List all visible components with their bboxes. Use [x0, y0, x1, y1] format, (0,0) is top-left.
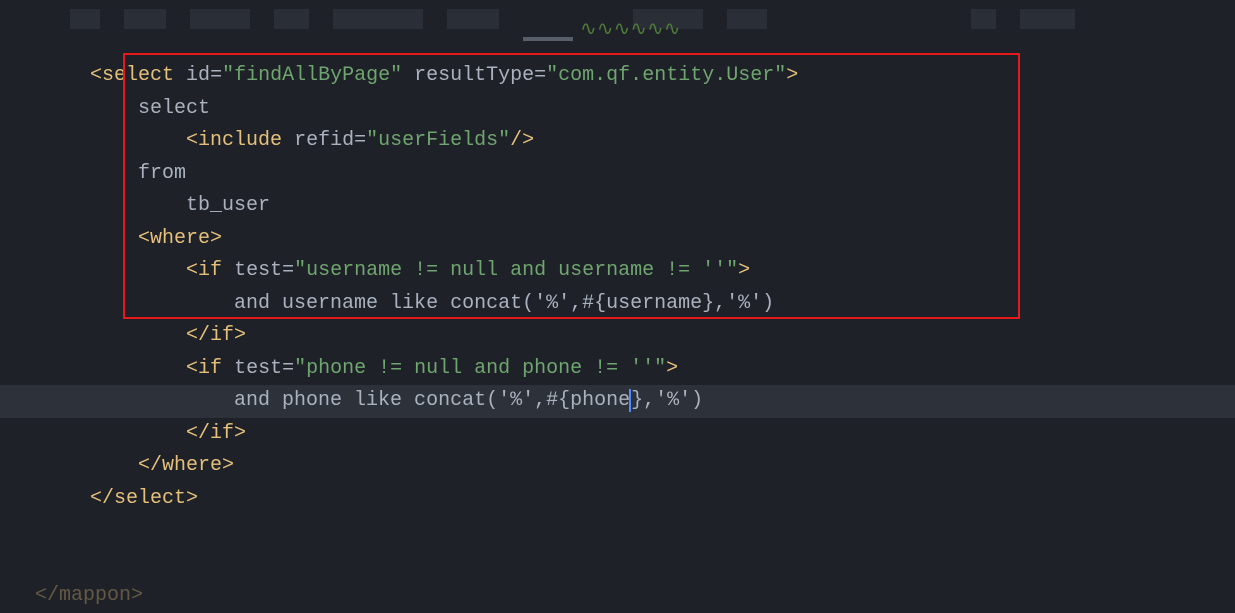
code-line-select-open: <select id="findAllByPage" resultType="c… — [90, 60, 1235, 93]
code-editor[interactable]: <select id="findAllByPage" resultType="c… — [0, 0, 1235, 613]
code-line-if2-body-active: and phone like concat('%',#{phone},'%') — [0, 385, 1235, 418]
code-line-blank — [90, 548, 1235, 581]
code-line-select-text: select — [90, 93, 1235, 126]
code-line-select-close: </select> — [90, 483, 1235, 516]
code-line-if1-body: and username like concat('%',#{username}… — [90, 288, 1235, 321]
code-line-mapper-close: </mappon> — [35, 580, 1235, 613]
code-line-blank — [90, 515, 1235, 548]
code-line-if1-open: <if test="username != null and username … — [90, 255, 1235, 288]
code-line-from: from — [90, 158, 1235, 191]
code-line-if2-close: </if> — [90, 418, 1235, 451]
code-line-tbuser: tb_user — [90, 190, 1235, 223]
code-line-if1-close: </if> — [90, 320, 1235, 353]
code-line-where-open: <where> — [90, 223, 1235, 256]
code-line-if2-open: <if test="phone != null and phone != ''"… — [90, 353, 1235, 386]
code-line-where-close: </where> — [90, 450, 1235, 483]
code-line-include: <include refid="userFields"/> — [90, 125, 1235, 158]
